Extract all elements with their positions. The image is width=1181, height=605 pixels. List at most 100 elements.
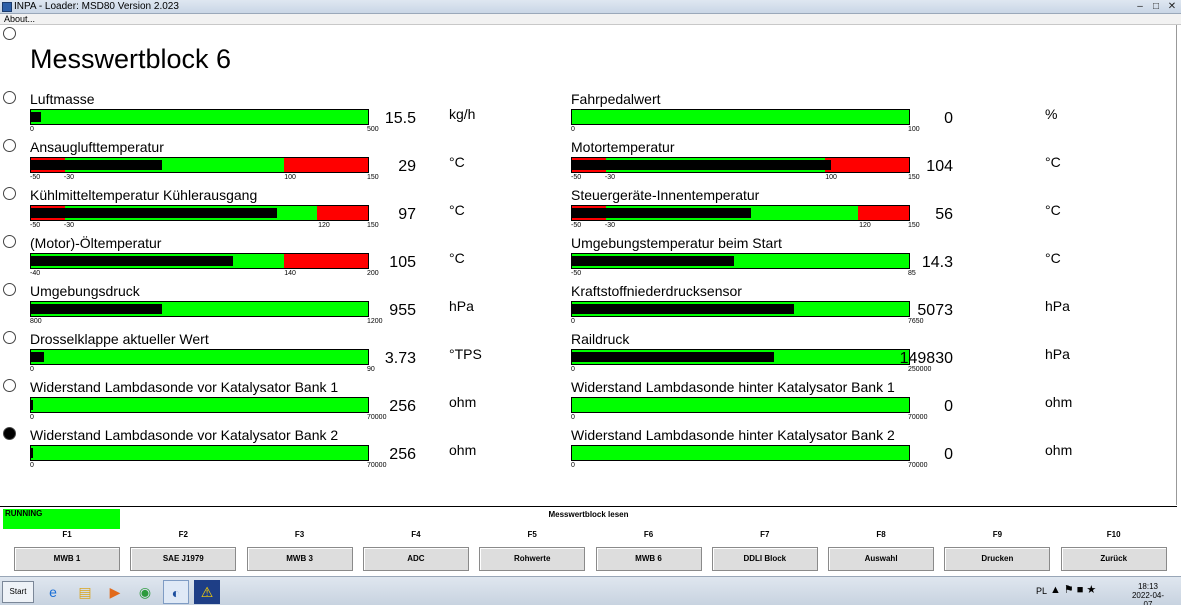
measurement-label: Widerstand Lambdasonde hinter Katalysato… (571, 379, 895, 395)
measurement-label: Umgebungstemperatur beim Start (571, 235, 782, 251)
row-radio[interactable] (3, 283, 16, 296)
page-title: Messwertblock 6 (30, 44, 232, 74)
measurement-bar (30, 109, 369, 125)
scale-tick: -30 (63, 222, 75, 229)
measurement-unit: ohm (449, 394, 477, 410)
tray-icons[interactable]: ▲⚑■★ (1050, 583, 1099, 596)
scale-tick: 0 (30, 126, 34, 133)
internet-explorer-icon[interactable]: e (40, 580, 66, 604)
scale-tick: 120 (318, 222, 330, 229)
bmw-inpa-icon[interactable]: ◐ (163, 580, 189, 604)
fkey-button[interactable]: Zurück (1060, 547, 1167, 571)
row-radio[interactable] (3, 187, 16, 200)
measurement-label: Widerstand Lambdasonde vor Katalysator B… (30, 427, 339, 443)
measurement-label: Steuergeräte-Innentemperatur (571, 187, 760, 203)
value-fill (572, 208, 751, 218)
window-title: INPA - Loader: MSD80 Version 2.023 (14, 1, 179, 12)
value-fill (31, 400, 34, 410)
taskbar: Start e ▤ ▶ ◉ ◐ ⚠ PL ▲⚑■★ 18:13 2022-04-… (0, 576, 1181, 605)
measurement-label: Raildruck (571, 331, 630, 347)
language-indicator[interactable]: PL (1036, 586, 1047, 596)
measurement-bar (571, 397, 910, 413)
measurement-unit: kg/h (449, 106, 476, 122)
measurement-unit: °C (449, 202, 465, 218)
fkey-label: F7 (760, 530, 770, 539)
fkey-button[interactable]: MWB 1 (14, 547, 120, 571)
fkey-label: F1 (62, 530, 72, 539)
clock[interactable]: 18:13 2022-04-07 (1128, 582, 1168, 605)
start-label: Start (9, 587, 27, 596)
fkey-button[interactable]: Drucken (944, 547, 1051, 571)
row-radio[interactable] (3, 91, 16, 104)
scale-tick: 0 (571, 366, 575, 373)
status-title: Messwertblock lesen (548, 510, 629, 519)
measurement-label: Ansauglufttemperatur (30, 139, 164, 155)
measurement-unit: ohm (1045, 394, 1073, 410)
row-radio[interactable] (3, 427, 16, 440)
measurement-unit: °C (449, 250, 465, 266)
measurement-unit: ohm (449, 442, 477, 458)
minimize-icon[interactable]: – (1133, 1, 1147, 13)
row-radio[interactable] (3, 379, 16, 392)
fkey-button[interactable]: Auswahl (828, 547, 935, 571)
measurement-value: 0 (944, 446, 953, 463)
measurement-value: 14.3 (921, 254, 953, 271)
scale-tick: 100 (825, 174, 837, 181)
title-bar: INPA - Loader: MSD80 Version 2.023 – □ ✕ (0, 0, 1181, 14)
measurement-bar (571, 349, 910, 365)
fkey-label: F3 (294, 530, 305, 539)
measurement-unit: hPa (449, 298, 474, 314)
measurement-bar (30, 445, 369, 461)
app-icon (2, 2, 12, 12)
value-fill (31, 304, 163, 314)
status-badge: RUNNING (3, 509, 120, 529)
folder-icon[interactable]: ▤ (72, 580, 98, 604)
measurement-label: Kraftstoffniederdrucksensor (571, 283, 742, 299)
measurement-value: 56 (935, 206, 953, 223)
scale-tick: 800 (30, 318, 42, 325)
fkey-button[interactable]: SAE J1979 (130, 547, 237, 571)
measurement-value: 149830 (899, 350, 953, 367)
measurement-bar (30, 253, 369, 269)
function-key-panel: Messwertblock lesen RUNNING F1 MWB 1 F2 SAE… (0, 506, 1177, 576)
fkey-button[interactable]: MWB 3 (246, 547, 353, 571)
measurement-bar (571, 109, 910, 125)
measurement-unit: °C (1045, 202, 1061, 218)
measurement-bar (571, 301, 910, 317)
media-player-icon[interactable]: ▶ (102, 580, 128, 604)
fkey-button[interactable]: ADC (362, 547, 469, 571)
fkey-button[interactable]: DDLI Block (711, 547, 818, 571)
row-radio[interactable] (3, 331, 16, 344)
measurement-value: 3.73 (384, 350, 416, 367)
measurement-bar (571, 157, 910, 173)
value-fill (572, 160, 832, 170)
measurement-value: 256 (389, 398, 416, 415)
fkey-label: F6 (643, 530, 654, 539)
scale-tick: -50 (571, 222, 582, 229)
menu-about[interactable]: About... (4, 14, 35, 24)
start-button[interactable]: Start (2, 581, 34, 603)
fkey-button[interactable]: Rohwerte (479, 547, 586, 571)
maximize-icon[interactable]: □ (1149, 1, 1163, 13)
measurement-unit: ohm (1045, 442, 1073, 458)
scale-tick: 0 (571, 414, 575, 421)
scale-tick: -50 (571, 270, 582, 277)
warning-icon[interactable]: ⚠ (194, 580, 220, 604)
row-radio[interactable] (3, 235, 16, 248)
close-icon[interactable]: ✕ (1165, 1, 1179, 13)
measurement-unit: °C (1045, 250, 1061, 266)
measurement-value: 256 (389, 446, 416, 463)
measurement-label: Widerstand Lambdasonde vor Katalysator B… (30, 379, 339, 395)
scale-tick: 0 (571, 126, 575, 133)
fkey-button[interactable]: MWB 6 (595, 547, 702, 571)
scale-tick: 100 (284, 174, 296, 181)
radio-heading[interactable] (3, 27, 16, 40)
scale-tick: -50 (30, 174, 41, 181)
scale-tick: 0 (30, 462, 34, 469)
measurement-value: 104 (926, 158, 953, 175)
row-radio[interactable] (3, 139, 16, 152)
scale-tick: -50 (30, 222, 41, 229)
chrome-icon[interactable]: ◉ (132, 580, 158, 604)
measurement-bar (30, 349, 369, 365)
measurement-bar (571, 253, 910, 269)
